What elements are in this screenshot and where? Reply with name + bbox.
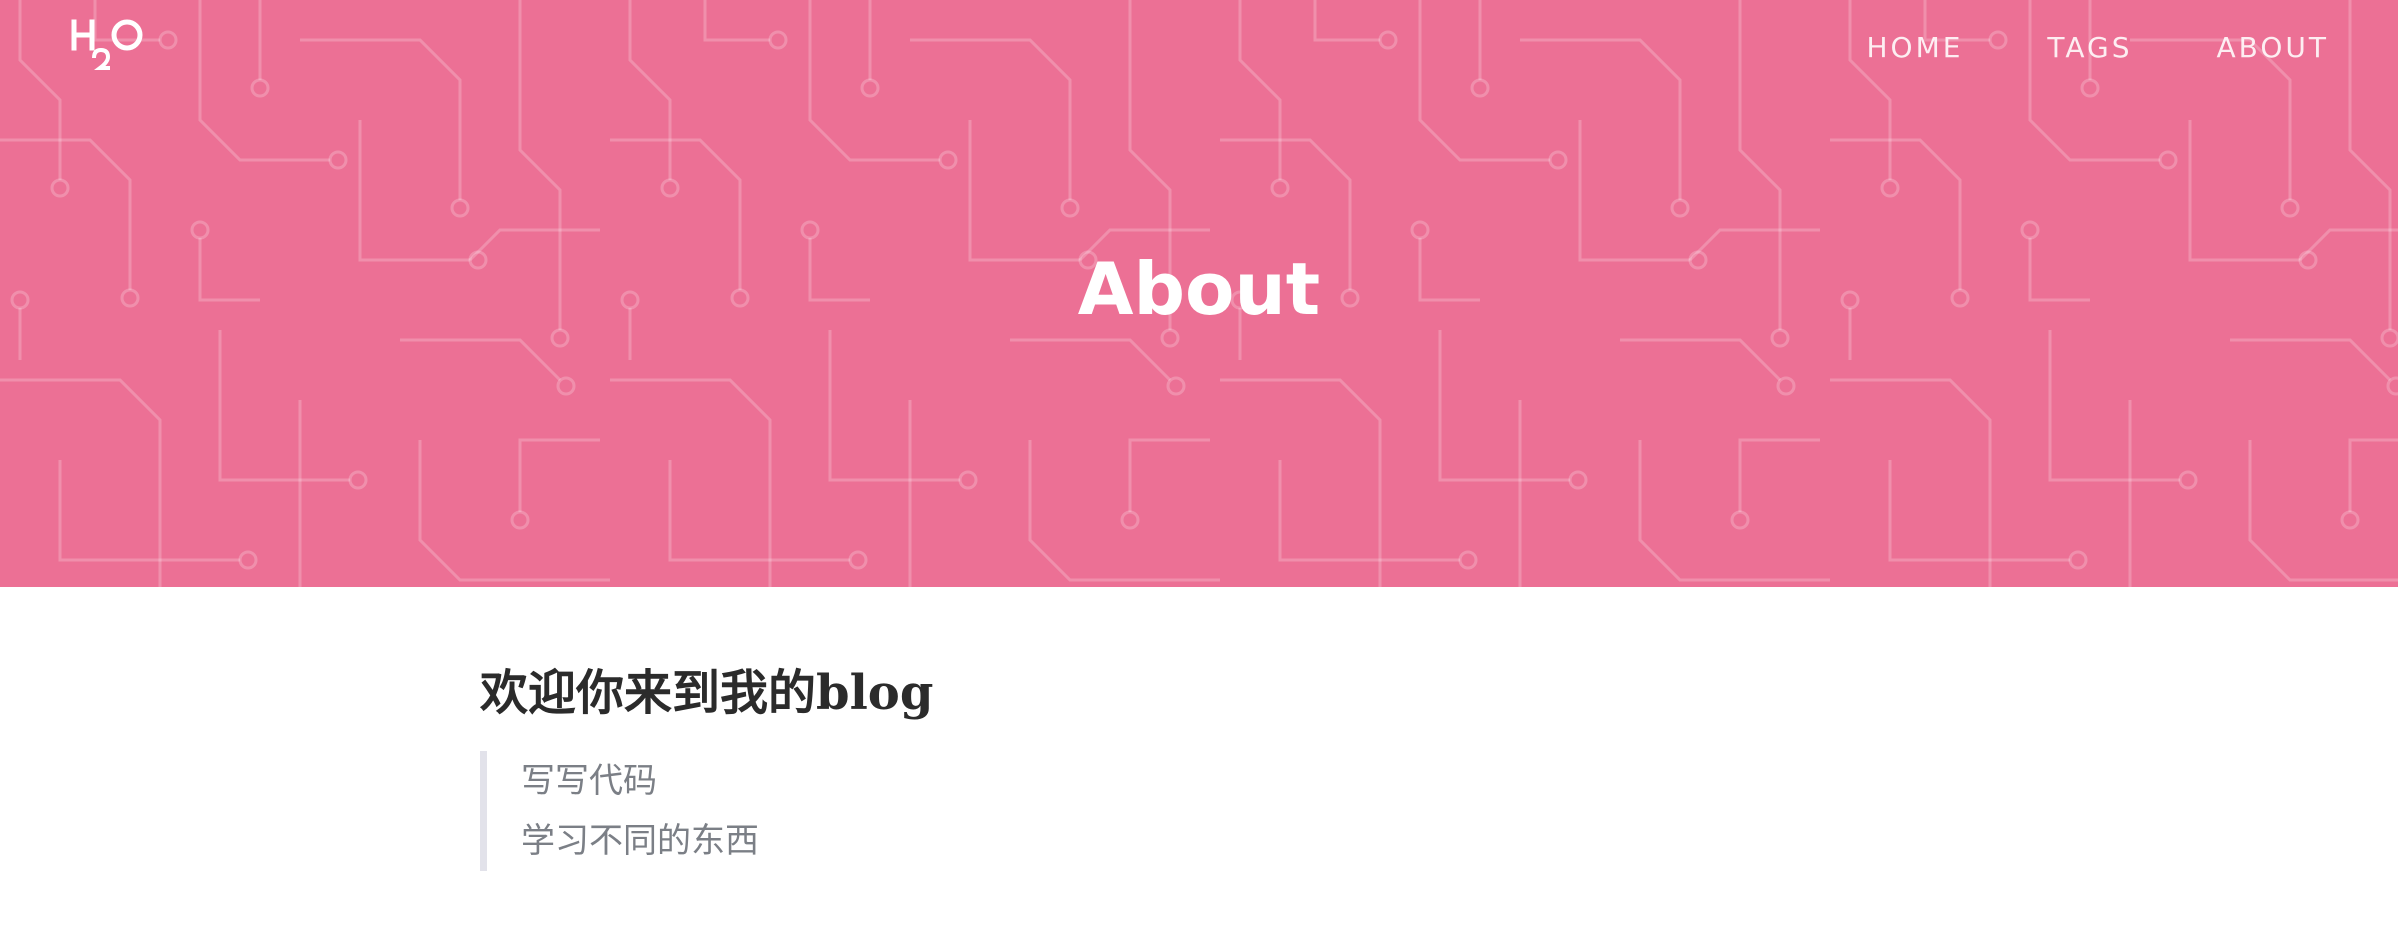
blockquote: 写写代码 学习不同的东西 — [480, 751, 1920, 871]
nav-about[interactable]: ABOUT — [2216, 30, 2329, 66]
quote-line: 写写代码 — [521, 761, 657, 801]
h2o-logo[interactable] — [70, 14, 150, 74]
nav-tags[interactable]: TAGS — [2047, 30, 2132, 66]
hero-header: HOME TAGS ABOUT About — [0, 0, 2398, 587]
post-content: 欢迎你来到我的blog 写写代码 学习不同的东西 — [480, 655, 1920, 871]
nav-home[interactable]: HOME — [1866, 30, 1963, 66]
page-title: About — [1077, 247, 1321, 331]
content-heading: 欢迎你来到我的blog — [480, 665, 934, 721]
quote-line: 学习不同的东西 — [521, 821, 759, 861]
top-nav: HOME TAGS ABOUT — [1866, 30, 2329, 66]
